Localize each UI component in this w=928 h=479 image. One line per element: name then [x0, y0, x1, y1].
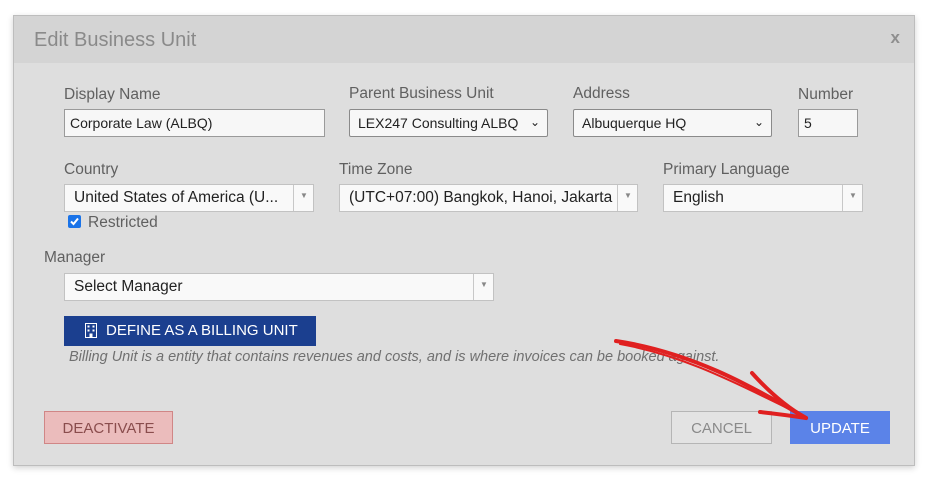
caret-down-icon: ▼	[624, 191, 632, 200]
address-select[interactable]: Albuquerque HQ ⌄	[573, 109, 772, 137]
country-label: Country	[64, 161, 119, 178]
dialog-title: Edit Business Unit	[34, 29, 197, 51]
define-billing-unit-label: DEFINE AS A BILLING UNIT	[106, 322, 298, 339]
country-dropdown-toggle[interactable]: ▼	[293, 185, 313, 211]
caret-down-icon: ▼	[480, 280, 488, 289]
country-combobox[interactable]: United States of America (U... ▼	[64, 184, 314, 212]
chevron-down-icon: ⌄	[529, 115, 540, 129]
time-zone-combobox[interactable]: (UTC+07:00) Bangkok, Hanoi, Jakarta ▼	[339, 184, 638, 212]
caret-down-icon: ▼	[849, 191, 857, 200]
manager-label: Manager	[44, 249, 106, 266]
dialog-titlebar: Edit Business Unit x	[14, 16, 914, 63]
number-input[interactable]	[798, 109, 858, 137]
manager-dropdown-toggle[interactable]: ▼	[473, 274, 493, 300]
define-billing-unit-button[interactable]: DEFINE AS A BILLING UNIT	[64, 316, 316, 346]
checkbox-checked-icon	[70, 217, 79, 226]
caret-down-icon: ▼	[300, 191, 308, 200]
time-zone-label: Time Zone	[339, 161, 413, 178]
edit-business-unit-dialog: Edit Business Unit x Display Name Parent…	[13, 15, 915, 466]
deactivate-button[interactable]: DEACTIVATE	[44, 411, 173, 444]
cancel-button[interactable]: CANCEL	[671, 411, 772, 444]
number-label: Number	[798, 86, 854, 103]
parent-business-unit-label: Parent Business Unit	[349, 85, 494, 102]
time-zone-dropdown-toggle[interactable]: ▼	[617, 185, 637, 211]
primary-language-value: English	[673, 189, 724, 206]
restricted-label: Restricted	[88, 214, 158, 231]
manager-value: Select Manager	[74, 278, 183, 295]
primary-language-dropdown-toggle[interactable]: ▼	[842, 185, 862, 211]
parent-business-unit-value: LEX247 Consulting ALBQ	[358, 115, 519, 131]
billing-unit-note: Billing Unit is a entity that contains r…	[69, 349, 720, 365]
display-name-label: Display Name	[64, 86, 161, 103]
manager-combobox[interactable]: Select Manager ▼	[64, 273, 494, 301]
building-icon	[85, 323, 97, 338]
chevron-down-icon: ⌄	[753, 115, 764, 129]
restricted-checkbox[interactable]	[68, 215, 81, 228]
close-icon[interactable]: x	[891, 28, 900, 48]
country-value: United States of America (U...	[74, 189, 279, 206]
parent-business-unit-select[interactable]: LEX247 Consulting ALBQ ⌄	[349, 109, 548, 137]
address-label: Address	[573, 85, 630, 102]
display-name-input[interactable]	[64, 109, 325, 137]
primary-language-label: Primary Language	[663, 161, 790, 178]
address-value: Albuquerque HQ	[582, 115, 687, 131]
time-zone-value: (UTC+07:00) Bangkok, Hanoi, Jakarta	[349, 189, 613, 206]
primary-language-combobox[interactable]: English ▼	[663, 184, 863, 212]
update-button[interactable]: UPDATE	[790, 411, 890, 444]
